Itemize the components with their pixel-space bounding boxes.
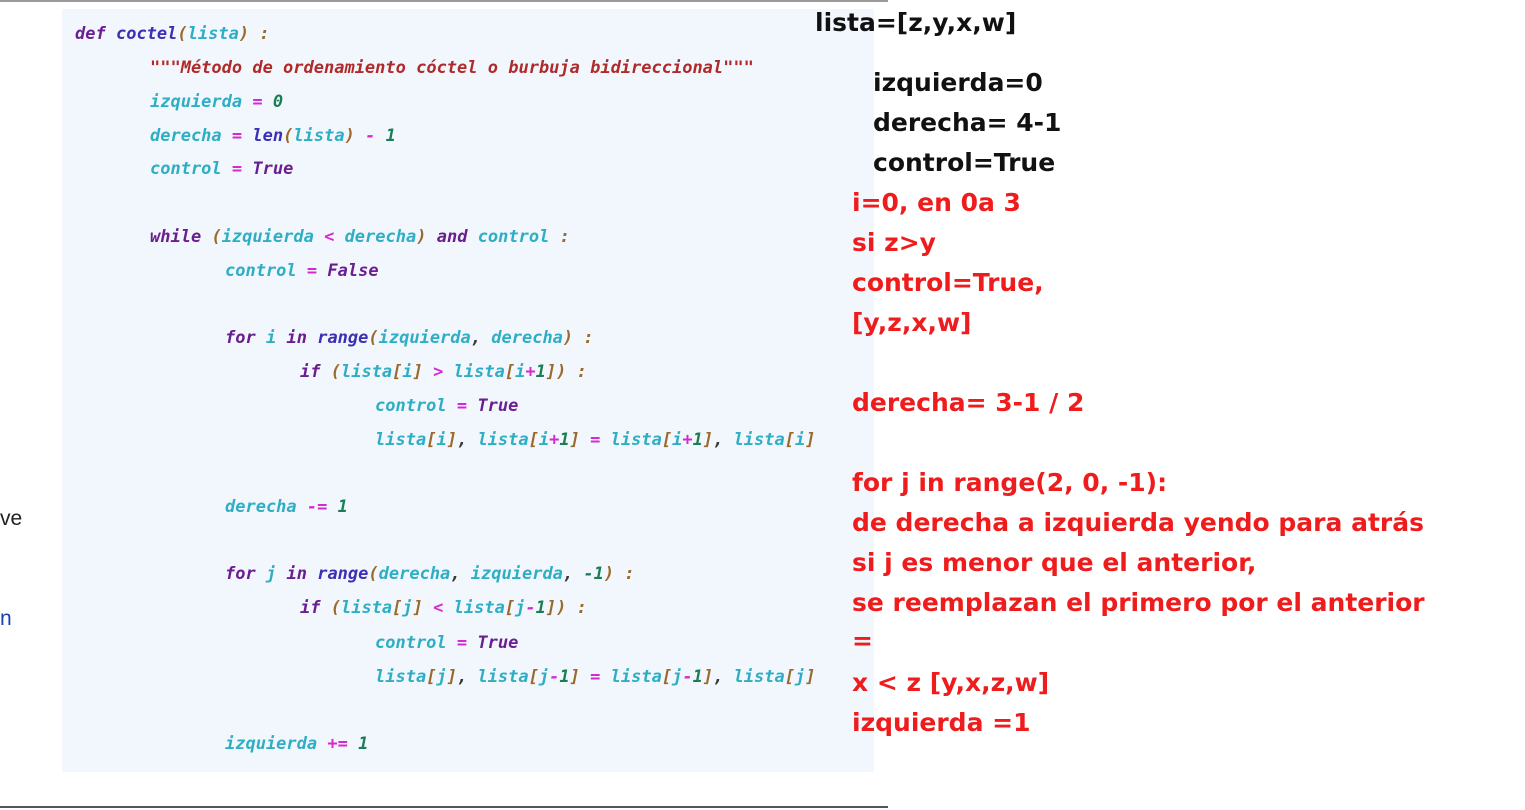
code-line-for-j: for j in range(derecha, izquierda, -1) :: [225, 564, 635, 584]
note-for-j: for j in range(2, 0, -1):: [852, 468, 1168, 497]
code-line-control-init: control = True: [150, 159, 294, 179]
code-line-izquierda-init: izquierda = 0: [150, 92, 284, 112]
note-derecha-update: derecha= 3-1 / 2: [852, 388, 1085, 417]
note-list-state-1: [y,z,x,w]: [852, 308, 972, 337]
note-lista: lista=[z,y,x,w]: [815, 8, 1017, 37]
code-line-if-greater: if (lista[i] > lista[i+1]) :: [300, 362, 587, 382]
note-direction: de derecha a izquierda yendo para atrás: [852, 508, 1424, 537]
code-line-derecha-decrement: derecha -= 1: [225, 497, 348, 517]
top-divider: [0, 0, 888, 2]
bottom-divider: [0, 806, 888, 808]
code-line-if-less: if (lista[j] < lista[j-1]) :: [300, 598, 587, 618]
code-line-swap-j: lista[j], lista[j-1] = lista[j-1], lista…: [375, 667, 816, 687]
note-izquierda: izquierda=0: [873, 68, 1043, 97]
code-line-while: while (izquierda < derecha) and control …: [150, 227, 570, 247]
code-line-swap-i: lista[i], lista[i+1] = lista[i+1], lista…: [375, 430, 816, 450]
edge-text-fragment: ve: [0, 507, 23, 530]
note-izquierda-update: izquierda =1: [852, 708, 1031, 737]
note-derecha: derecha= 4-1: [873, 108, 1062, 137]
edge-link-fragment[interactable]: n: [0, 607, 12, 631]
code-line-control-true-1: control = True: [375, 396, 519, 416]
code-line-control-true-2: control = True: [375, 633, 519, 653]
code-line-def: def coctel(lista) :: [75, 24, 270, 44]
code-block: def coctel(lista) : """Método de ordenam…: [62, 9, 874, 772]
note-control-true: control=True,: [852, 268, 1044, 297]
note-control: control=True: [873, 148, 1056, 177]
note-i-range: i=0, en 0a 3: [852, 188, 1021, 217]
code-line-izquierda-increment: izquierda += 1: [225, 734, 369, 754]
code-line-derecha-init: derecha = len(lista) - 1: [150, 126, 396, 146]
note-list-state-2: x < z [y,x,z,w]: [852, 668, 1050, 697]
note-equals: =: [852, 626, 873, 655]
note-reemplazan: se reemplazan el primero por el anterior: [852, 588, 1425, 617]
note-si-j-menor: si j es menor que el anterior,: [852, 548, 1257, 577]
code-line-control-false: control = False: [225, 261, 379, 281]
note-si-z-y: si z>y: [852, 228, 936, 257]
code-line-for-i: for i in range(izquierda, derecha) :: [225, 328, 594, 348]
code-line-docstring: """Método de ordenamiento cóctel o burbu…: [150, 58, 754, 78]
